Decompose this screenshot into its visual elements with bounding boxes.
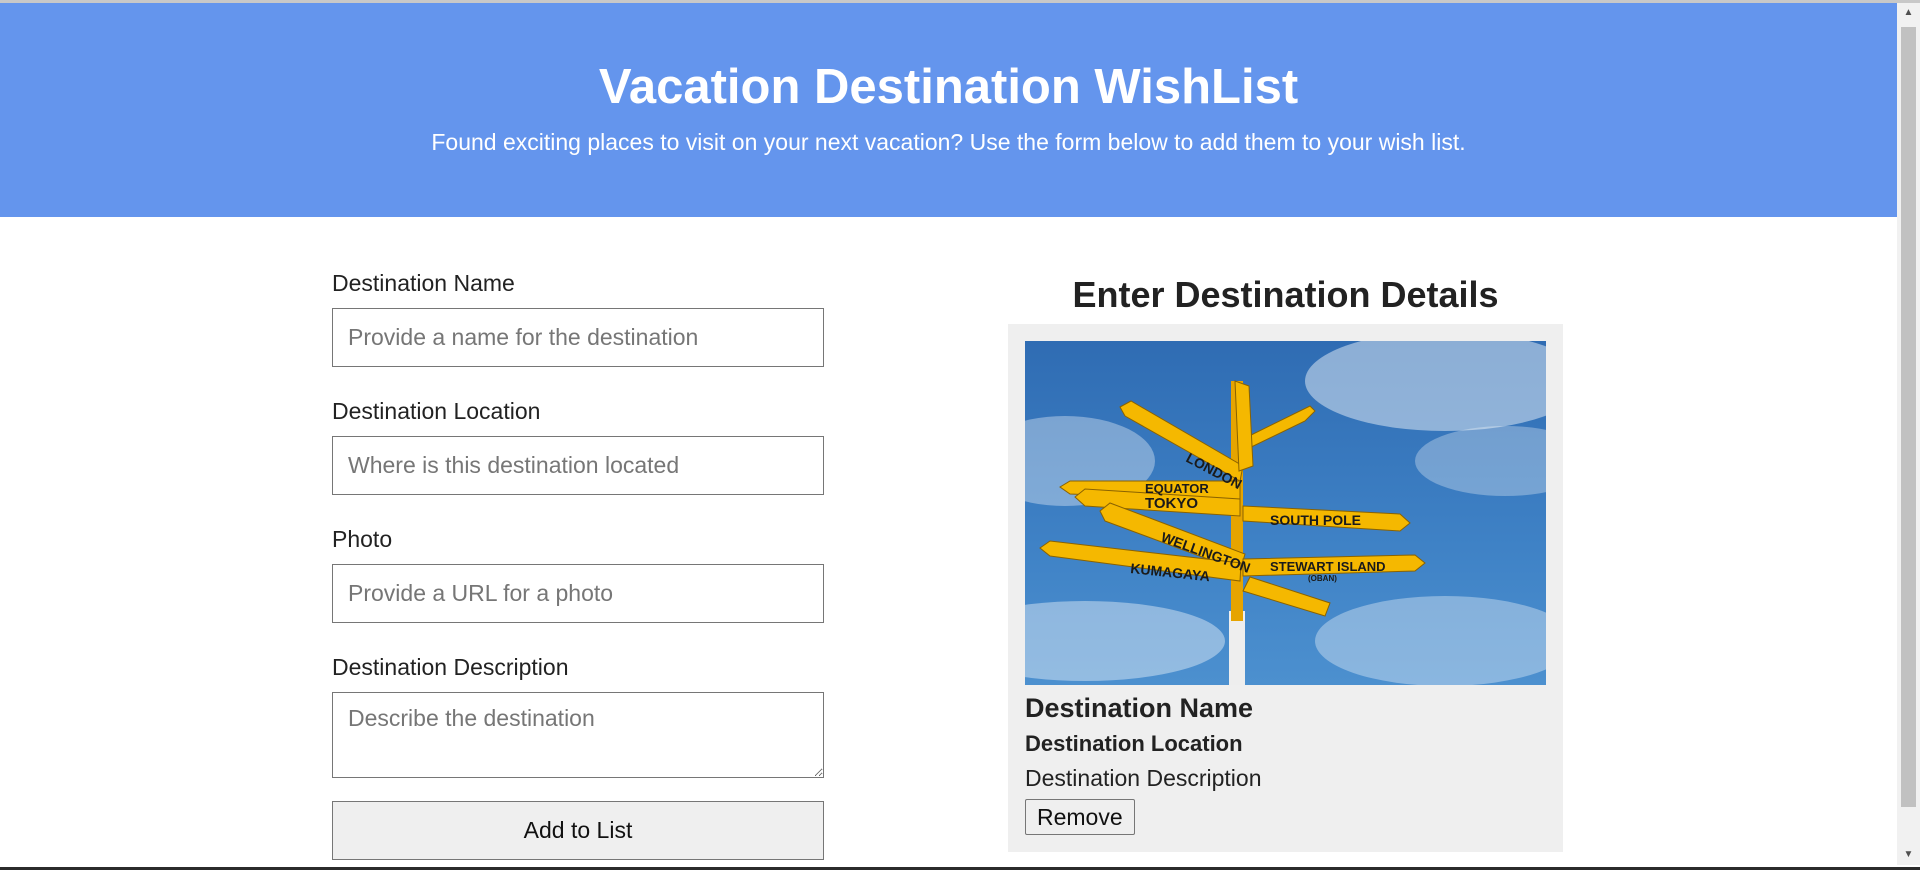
card-destination-name: Destination Name <box>1025 693 1254 723</box>
details-heading: Enter Destination Details <box>1072 274 1499 315</box>
remove-button[interactable]: Remove <box>1025 799 1135 835</box>
sign-oban: (OBAN) <box>1308 574 1337 583</box>
destination-name-label: Destination Name <box>332 270 515 296</box>
scroll-down-icon[interactable]: ▼ <box>1897 845 1920 865</box>
vertical-scrollbar[interactable]: ▲ ▼ <box>1897 3 1920 865</box>
destination-form: Destination Name Destination Location Ph… <box>332 268 824 860</box>
add-to-list-button[interactable]: Add to List <box>332 801 824 860</box>
destination-description-textarea[interactable] <box>332 692 824 778</box>
page-subtitle: Found exciting places to visit on your n… <box>431 129 1466 155</box>
destination-name-input[interactable] <box>332 308 824 367</box>
scroll-up-icon[interactable]: ▲ <box>1897 3 1920 23</box>
photo-label: Photo <box>332 526 393 552</box>
photo-url-input[interactable] <box>332 564 824 623</box>
destination-location-label: Destination Location <box>332 398 541 424</box>
sign-tokyo: TOKYO <box>1145 495 1198 512</box>
card-destination-location: Destination Location <box>1025 731 1243 756</box>
sign-south-pole: SOUTH POLE <box>1270 512 1361 528</box>
destination-photo: LONDON EQUATOR TOKYO SOUTH POLE WELLINGT… <box>1025 341 1546 685</box>
card-destination-description: Destination Description <box>1025 765 1262 791</box>
destination-card: LONDON EQUATOR TOKYO SOUTH POLE WELLINGT… <box>1008 324 1563 852</box>
page-title: Vacation Destination WishList <box>598 60 1299 114</box>
destination-location-input[interactable] <box>332 436 824 495</box>
destination-details-panel: Enter Destination Details LONDON EQUATOR… <box>1008 268 1563 852</box>
header-banner: Vacation Destination WishList Found exci… <box>0 3 1897 217</box>
destination-description-label: Destination Description <box>332 654 569 680</box>
sign-equator: EQUATOR <box>1145 481 1209 496</box>
scrollbar-thumb[interactable] <box>1901 27 1916 807</box>
sign-stewart-island: STEWART ISLAND <box>1270 559 1386 574</box>
